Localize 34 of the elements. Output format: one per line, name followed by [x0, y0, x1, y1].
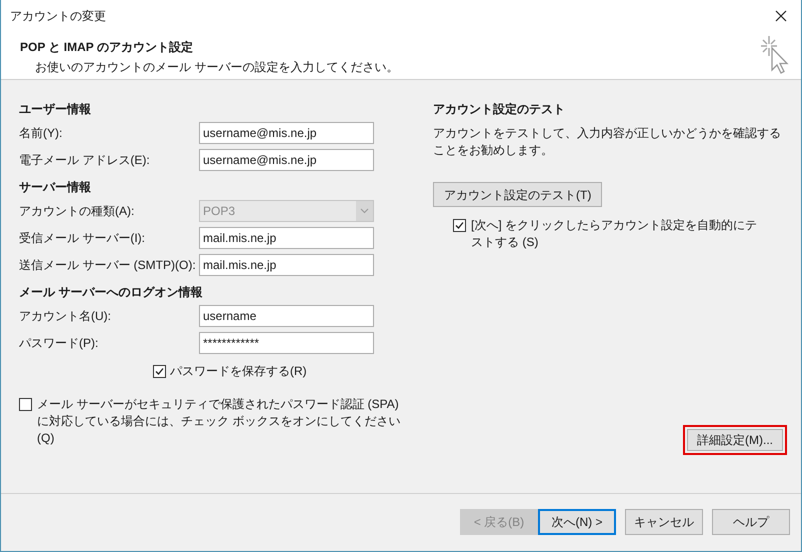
field-label: パスワード(P): [19, 334, 100, 352]
section-heading: サーバー情報 [19, 179, 92, 196]
description-text: アカウントをテストして、入力内容が正しいかどうかを確認することをお勧めします。 [433, 125, 782, 159]
dialog-heading: POP と IMAP のアカウント設定 [20, 39, 194, 56]
test-settings-button[interactable]: アカウント設定のテスト(T) [433, 182, 602, 207]
checkbox-label: [次へ] をクリックしたらアカウント設定を自動的にテストする (S) [471, 217, 757, 251]
advanced-settings-button[interactable]: 詳細設定(M)... [687, 429, 783, 451]
section-heading: ユーザー情報 [19, 101, 92, 118]
chevron-down-icon [356, 200, 373, 220]
footer-button[interactable]: ヘルプ [712, 508, 790, 534]
input-field[interactable]: mail.mis.ne.jp [199, 254, 374, 276]
input-field[interactable]: username [199, 304, 374, 326]
input-field[interactable]: username@mis.ne.jp [199, 148, 374, 170]
checkbox[interactable] [453, 219, 466, 232]
field-label: アカウント名(U): [19, 308, 112, 324]
field-label: アカウントの種類(A): [19, 202, 136, 220]
input-field[interactable]: ************ [199, 332, 374, 354]
footer-button[interactable]: キャンセル [625, 508, 703, 534]
checkbox-label: パスワードを保存する(R) [170, 363, 307, 380]
checkbox-label: メール サーバーがセキュリティで保護されたパスワード認証 (SPA) に対応している場合には、チェック ボックスをオンにしてください(Q) [37, 396, 402, 447]
input-field[interactable]: username@mis.ne.jp [199, 122, 374, 144]
footer-button[interactable]: 次へ(N) > [538, 508, 616, 534]
checkbox[interactable] [19, 398, 32, 411]
field-label: 電子メール アドレス(E): [19, 152, 151, 168]
checkbox[interactable] [153, 364, 166, 378]
close-icon[interactable] [775, 10, 787, 22]
section-heading: アカウント設定のテスト [433, 101, 566, 118]
input-field[interactable]: mail.mis.ne.jp [199, 226, 374, 248]
field-label: 受信メール サーバー(I): [19, 230, 146, 246]
field-label: 名前(Y): [19, 124, 64, 142]
section-heading: メール サーバーへのログオン情報 [19, 284, 204, 301]
window-title: アカウントの変更 [10, 8, 106, 25]
field-label: 送信メール サーバー (SMTP)(O): [19, 256, 197, 274]
dialog-subtitle: お使いのアカウントのメール サーバーの設定を入力してください。 [34, 59, 398, 76]
